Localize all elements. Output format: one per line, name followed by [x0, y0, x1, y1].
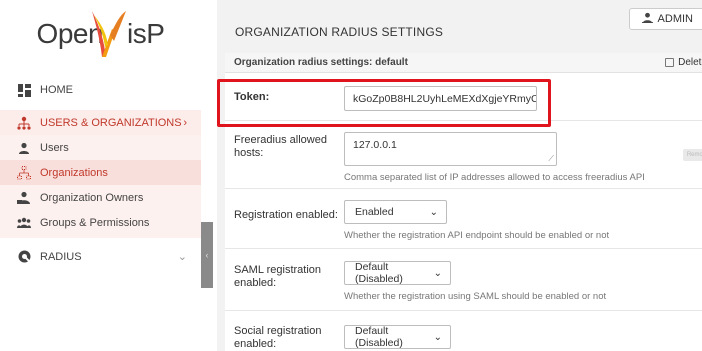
registration-enabled-row: Registration enabled: Enabled ⌄ Whether …: [225, 189, 702, 249]
users-org-icon: [17, 116, 31, 130]
sidebar-item-users-organizations[interactable]: USERS & ORGANIZATIONS ›: [0, 110, 201, 135]
chevron-down-icon: ⌄: [177, 251, 187, 263]
organization-icon: [17, 165, 31, 180]
saml-registration-select[interactable]: Default (Disabled) ⌄: [344, 261, 451, 285]
freeradius-hosts-label: Freeradius allowed hosts:: [234, 134, 327, 159]
saml-registration-value: Default (Disabled): [355, 261, 403, 285]
home-grid-icon: [17, 83, 31, 97]
delete-checkbox[interactable]: Delete: [665, 57, 702, 68]
sidebar: Open isP HOME USERS & ORGANIZATIONS › Us…: [0, 0, 201, 351]
chevron-left-icon: ‹: [205, 250, 209, 260]
registration-enabled-label: Registration enabled:: [234, 209, 338, 221]
sidebar-item-label: USERS & ORGANIZATIONS: [40, 116, 182, 129]
checkbox-icon: [665, 58, 675, 67]
sidebar-nav: HOME USERS & ORGANIZATIONS › Users Organ…: [0, 78, 201, 269]
card-title: Organization radius settings: default: [225, 53, 702, 73]
user-icon: [17, 141, 31, 155]
card-title-text: Organization radius settings: default: [234, 57, 408, 68]
saml-registration-label: SAML registration enabled:: [234, 264, 322, 289]
org-owner-icon: [17, 191, 31, 205]
chevron-down-icon: ⌄: [433, 331, 442, 343]
token-label: Token:: [234, 91, 270, 103]
registration-enabled-select[interactable]: Enabled ⌄: [344, 200, 447, 224]
settings-card: Organization radius settings: default De…: [225, 53, 702, 351]
sidebar-collapse-toggle[interactable]: ‹: [201, 222, 213, 288]
freeradius-hosts-value: 127.0.0.1: [353, 139, 397, 151]
token-row: Token: kGoZp0B8HL2UyhLeMEXdXgjeYRmyCef2: [225, 74, 702, 121]
sidebar-item-home[interactable]: HOME: [0, 78, 201, 102]
sidebar-item-organization-owners[interactable]: Organization Owners: [0, 185, 201, 210]
social-registration-value: Default (Disabled): [355, 325, 403, 349]
registration-enabled-value: Enabled: [355, 206, 394, 218]
sidebar-item-label: Organizations: [40, 166, 108, 179]
freeradius-hosts-help: Comma separated list of IP addresses all…: [344, 172, 645, 183]
chevron-right-icon: ›: [183, 116, 187, 129]
social-registration-select[interactable]: Default (Disabled) ⌄: [344, 325, 451, 349]
sidebar-item-label: RADIUS: [40, 250, 82, 263]
saml-registration-help: Whether the registration using SAML shou…: [344, 291, 607, 302]
logo-wing-icon: [92, 11, 126, 57]
social-registration-label: Social registration enabled:: [234, 325, 322, 350]
sidebar-item-label: HOME: [40, 84, 73, 96]
main-content: ORGANIZATION RADIUS SETTINGS ADMIN Organ…: [217, 0, 702, 351]
freeradius-hosts-row: Freeradius allowed hosts: 127.0.0.1 ⟋ Co…: [225, 121, 702, 189]
freeradius-hosts-textarea[interactable]: 127.0.0.1 ⟋: [344, 132, 557, 166]
remove-button[interactable]: Remove: [683, 149, 702, 161]
radius-icon: [17, 250, 31, 264]
chevron-down-icon: ⌄: [433, 267, 442, 279]
logo-text-right: isP: [127, 17, 165, 49]
sidebar-item-groups-permissions[interactable]: Groups & Permissions: [0, 210, 201, 235]
sidebar-submenu: Users Organizations Organization Owners …: [0, 135, 201, 238]
openwisp-logo[interactable]: Open isP: [0, 0, 201, 67]
user-icon: [641, 12, 653, 26]
user-menu-label: ADMIN: [657, 13, 693, 25]
social-registration-row: Social registration enabled: Default (Di…: [225, 311, 702, 351]
chevron-down-icon: ⌄: [429, 206, 438, 218]
registration-enabled-help: Whether the registration API endpoint sh…: [344, 230, 610, 241]
resize-grip-icon[interactable]: ⟋: [548, 154, 554, 164]
user-menu-button[interactable]: ADMIN: [628, 8, 702, 30]
sidebar-item-label: Groups & Permissions: [40, 216, 150, 229]
sidebar-item-radius[interactable]: RADIUS ⌄: [0, 244, 201, 269]
groups-icon: [17, 216, 31, 230]
saml-registration-row: SAML registration enabled: Default (Disa…: [225, 249, 702, 311]
token-input[interactable]: kGoZp0B8HL2UyhLeMEXdXgjeYRmyCef2: [344, 86, 537, 111]
sidebar-item-label: Users: [40, 141, 69, 154]
sidebar-item-users[interactable]: Users: [0, 135, 201, 160]
sidebar-item-label: Organization Owners: [40, 191, 144, 204]
delete-label: Delete: [678, 57, 702, 68]
sidebar-item-organizations[interactable]: Organizations: [0, 160, 201, 185]
